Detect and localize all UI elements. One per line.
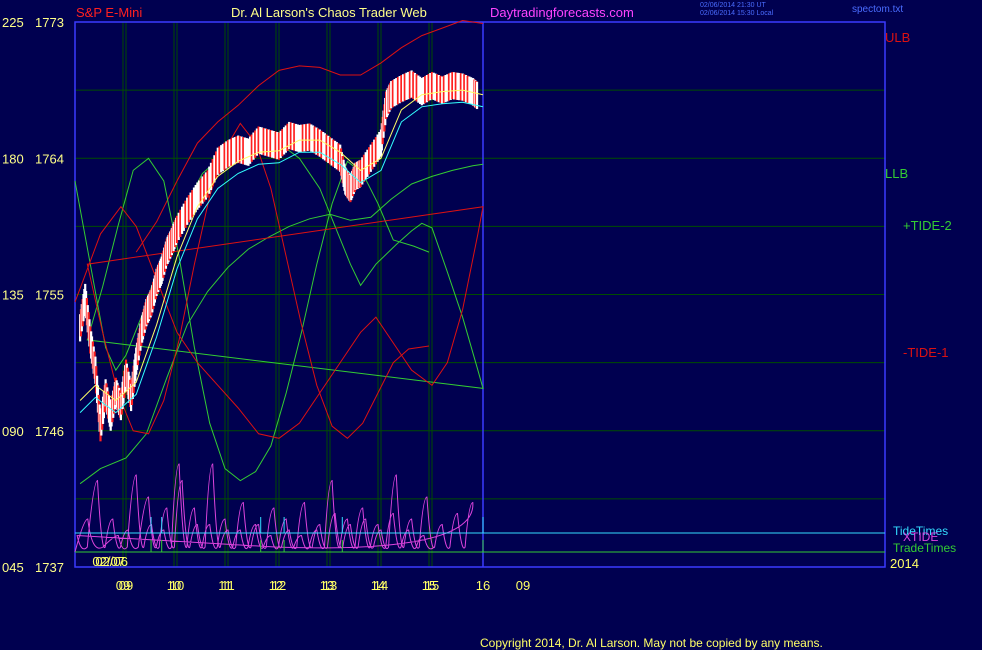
- series-xtide-line: [74, 463, 474, 553]
- year-label: 2014: [890, 556, 919, 571]
- date-label-day2: 02/07: [92, 554, 125, 569]
- legend-ulb-label: ULB: [885, 30, 910, 45]
- chart-series: [74, 19, 885, 553]
- y-axis-left-label: 135: [2, 288, 24, 303]
- timestamp-local: 02/06/2014 15:30 Local: [700, 10, 774, 17]
- file-name: spectom.txt: [852, 4, 904, 15]
- instrument-title: S&P E-Mini: [76, 5, 143, 20]
- y-axis-price-label: 1764: [35, 151, 64, 166]
- legend-llb-label: LLB: [885, 166, 908, 181]
- copyright-notice: Copyright 2014, Dr. Al Larson. May not b…: [480, 636, 823, 650]
- y-axis-price-label: 1755: [35, 288, 64, 303]
- x-axis-tick-label: 12: [269, 578, 283, 593]
- legend-tide-plus-label: +TIDE-2: [903, 218, 952, 233]
- x-axis-tick-label: 10: [167, 578, 181, 593]
- y-axis-price-label: 1737: [35, 560, 64, 575]
- y-axis-left-label: 045: [2, 560, 24, 575]
- legend-trade-times-label: TradeTimes: [893, 541, 956, 555]
- x-axis-tick-label: 13: [320, 578, 334, 593]
- y-axis-price-label: 1773: [35, 15, 64, 30]
- y-axis-left-label: 090: [2, 424, 24, 439]
- y-axis-left-label: 225: [2, 15, 24, 30]
- chart-canvas: 225 1773 180 1764 135 1755 090 1746 045 1737 09 10 1…: [2, 15, 956, 593]
- x-axis-tick-label: 11: [218, 578, 232, 593]
- timestamp-utc: 02/06/2014 21:30 UT: [700, 2, 766, 9]
- chart-grid: [75, 21, 885, 568]
- x-axis-tick-label: 09: [116, 578, 130, 593]
- x-axis-tick-label: 14: [371, 578, 385, 593]
- x-axis-tick-label: 15: [422, 578, 436, 593]
- legend-tide-minus-label: -TIDE-1: [903, 345, 949, 360]
- site-title: Dr. Al Larson's Chaos Trader Web: [231, 5, 427, 20]
- y-axis-price-label: 1746: [35, 424, 64, 439]
- y-axis-left-label: 180: [2, 151, 24, 166]
- x-axis-tick-label: 16: [476, 578, 490, 593]
- site-url-link[interactable]: Daytradingforecasts.com: [490, 5, 634, 20]
- chart-page: 225 1773 180 1764 135 1755 090 1746 045 1737 09 10 1…: [0, 0, 982, 650]
- series-trade-times-line: [75, 540, 885, 553]
- x-axis-tick-label-day2: 09: [516, 578, 530, 593]
